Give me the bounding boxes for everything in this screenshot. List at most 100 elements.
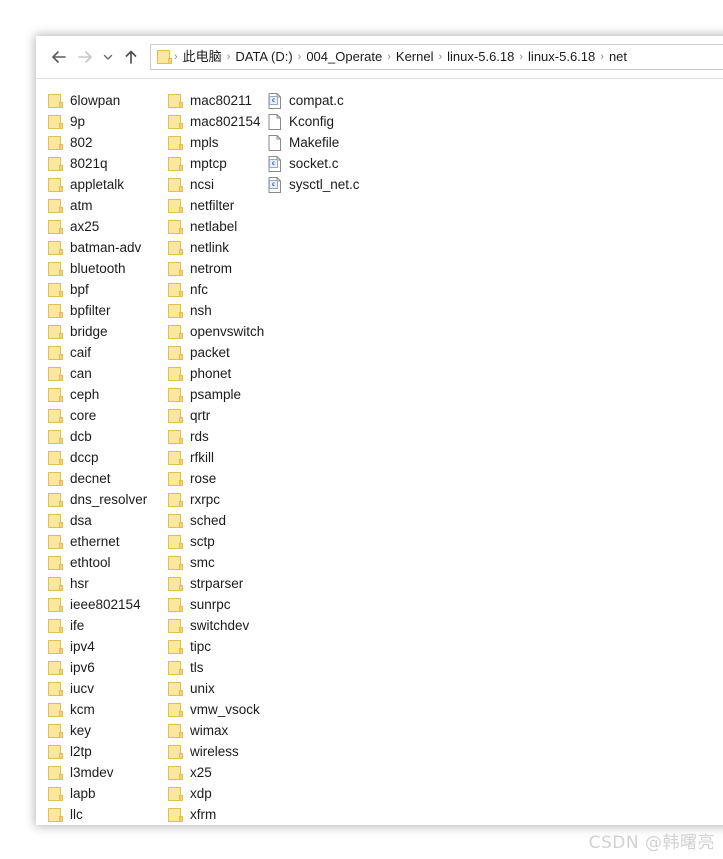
file-list-item[interactable]: sched [168,510,268,531]
file-list-item[interactable]: iucv [48,678,168,699]
file-list-item[interactable]: netfilter [168,195,268,216]
file-list-item[interactable]: c compat.c [268,90,428,111]
file-list-item[interactable]: 802 [48,132,168,153]
file-item-label: openvswitch [190,323,265,339]
file-list-item[interactable]: lapb [48,783,168,804]
file-list-item[interactable]: dns_resolver [48,489,168,510]
file-list-item[interactable]: strparser [168,573,268,594]
file-list-item[interactable]: netrom [168,258,268,279]
file-list-item[interactable]: dsa [48,510,168,531]
folder-icon [168,786,183,801]
file-list-item[interactable]: rxrpc [168,489,268,510]
file-list-item[interactable]: ife [48,615,168,636]
file-list-item[interactable]: sunrpc [168,594,268,615]
breadcrumb-item-5[interactable]: linux-5.6.18 [523,45,600,69]
recent-locations-button[interactable] [98,42,118,72]
file-list-item[interactable]: caif [48,342,168,363]
file-list-item[interactable]: key [48,720,168,741]
file-list-item[interactable]: tipc [168,636,268,657]
file-list-item[interactable]: ax25 [48,216,168,237]
file-list-item[interactable]: l2tp [48,741,168,762]
breadcrumb-item-1[interactable]: DATA (D:) [230,45,297,69]
file-list-item[interactable]: qrtr [168,405,268,426]
file-list-item[interactable]: vmw_vsock [168,699,268,720]
file-list-item[interactable]: ethtool [48,552,168,573]
address-bar[interactable]: › 此电脑 › DATA (D:) › 004_Operate › Kernel… [150,44,723,70]
file-list-item[interactable]: appletalk [48,174,168,195]
file-list-item[interactable]: l3mdev [48,762,168,783]
file-list-item[interactable]: wimax [168,720,268,741]
file-list-item[interactable]: bridge [48,321,168,342]
file-item-label: ethernet [70,533,120,549]
folder-icon [168,219,183,234]
file-list-item[interactable]: tls [168,657,268,678]
file-list-item[interactable]: rds [168,426,268,447]
file-item-label: bpfilter [70,302,111,318]
file-list-item[interactable]: sctp [168,531,268,552]
file-list-item[interactable]: bpf [48,279,168,300]
file-list-item[interactable]: Makefile [268,132,428,153]
file-list-item[interactable]: rfkill [168,447,268,468]
back-button[interactable] [46,42,72,72]
file-list-item[interactable]: core [48,405,168,426]
file-list-item[interactable]: nsh [168,300,268,321]
file-list-item[interactable]: x25 [168,762,268,783]
up-level-button[interactable] [118,42,144,72]
file-list-item[interactable]: openvswitch [168,321,268,342]
file-list-item[interactable]: rose [168,468,268,489]
file-list-item[interactable]: dccp [48,447,168,468]
file-list-item[interactable]: 6lowpan [48,90,168,111]
file-list-item[interactable]: xdp [168,783,268,804]
file-list-item[interactable]: bluetooth [48,258,168,279]
file-list-item[interactable]: hsr [48,573,168,594]
file-list-item[interactable]: mac80211 [168,90,268,111]
file-list-item[interactable]: Kconfig [268,111,428,132]
file-list-item[interactable]: c sysctl_net.c [268,174,428,195]
file-list-item[interactable]: llc [48,804,168,825]
breadcrumb-item-2[interactable]: 004_Operate [301,45,387,69]
file-list-item[interactable]: decnet [48,468,168,489]
file-list-item[interactable]: ethernet [48,531,168,552]
file-list-item[interactable]: 9p [48,111,168,132]
c-source-file-icon: c [268,155,282,172]
file-list-item[interactable]: mptcp [168,153,268,174]
file-list-item[interactable]: ncsi [168,174,268,195]
file-list-item[interactable]: nfc [168,279,268,300]
file-list-item[interactable]: ceph [48,384,168,405]
file-item-label: xdp [190,785,212,801]
file-list-item[interactable]: unix [168,678,268,699]
file-item-label: can [70,365,92,381]
file-list-item[interactable]: psample [168,384,268,405]
file-list-item[interactable]: bpfilter [48,300,168,321]
file-list-item[interactable]: c socket.c [268,153,428,174]
forward-button[interactable] [72,42,98,72]
file-list-item[interactable]: phonet [168,363,268,384]
file-list-item[interactable]: can [48,363,168,384]
file-list-item[interactable]: mpls [168,132,268,153]
breadcrumb-item-4[interactable]: linux-5.6.18 [442,45,519,69]
file-list-item[interactable]: ieee802154 [48,594,168,615]
file-list-item[interactable]: 8021q [48,153,168,174]
file-list-item[interactable]: wireless [168,741,268,762]
file-list-item[interactable]: mac802154 [168,111,268,132]
file-list-item[interactable]: batman-adv [48,237,168,258]
breadcrumb-item-0[interactable]: 此电脑 [178,45,227,69]
c-badge: c [269,158,278,168]
breadcrumb-item-6[interactable]: net [604,45,632,69]
file-list-item[interactable]: switchdev [168,615,268,636]
file-list-item[interactable]: kcm [48,699,168,720]
file-list-item[interactable]: xfrm [168,804,268,825]
file-list-item[interactable]: dcb [48,426,168,447]
file-columns: 6lowpan 9p 802 8021q appletalk atm ax25 batman-… [48,90,723,825]
file-list-item[interactable]: packet [168,342,268,363]
file-list-item[interactable]: atm [48,195,168,216]
file-item-label: sunrpc [190,596,231,612]
breadcrumb-item-3[interactable]: Kernel [391,45,439,69]
file-list-item[interactable]: smc [168,552,268,573]
folder-icon [168,324,183,339]
file-list-item[interactable]: netlink [168,237,268,258]
file-list-item[interactable]: netlabel [168,216,268,237]
folder-icon [48,282,63,297]
file-list-item[interactable]: ipv4 [48,636,168,657]
file-list-item[interactable]: ipv6 [48,657,168,678]
